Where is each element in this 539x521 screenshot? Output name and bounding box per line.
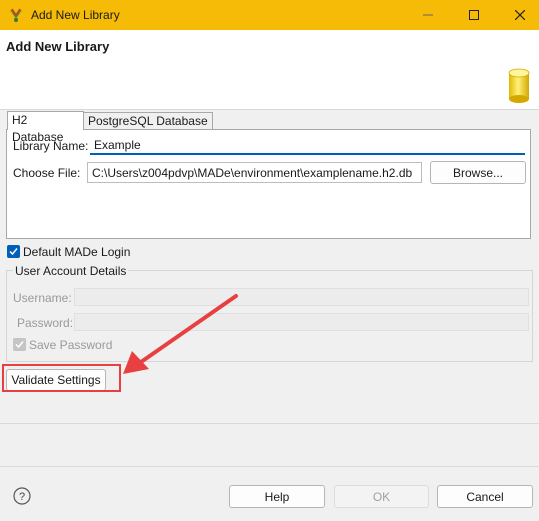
- save-password-checkbox[interactable]: [13, 338, 26, 351]
- cancel-button[interactable]: Cancel: [437, 485, 533, 508]
- file-path-input[interactable]: [87, 162, 422, 183]
- minimize-icon: [423, 14, 433, 16]
- dialog-banner: Add New Library: [0, 30, 539, 110]
- tab-h2-database[interactable]: H2 Database: [7, 111, 84, 144]
- maximize-icon: [469, 10, 479, 20]
- maximize-button[interactable]: [451, 0, 497, 30]
- separator: [0, 423, 539, 424]
- default-login-label[interactable]: Default MADe Login: [23, 245, 130, 259]
- library-name-input[interactable]: [90, 136, 525, 155]
- help-button[interactable]: Help: [229, 485, 325, 508]
- user-account-group-title: User Account Details: [13, 264, 129, 278]
- title-bar: Add New Library: [0, 0, 539, 30]
- help-icon[interactable]: ?: [13, 487, 31, 505]
- username-label: Username:: [13, 291, 72, 305]
- database-cylinder-icon: [508, 68, 530, 103]
- close-icon: [515, 10, 525, 20]
- password-label: Password:: [17, 316, 74, 330]
- annotation-arrow-icon: [123, 294, 238, 374]
- banner-title: Add New Library: [6, 39, 110, 54]
- svg-text:?: ?: [19, 491, 25, 503]
- ok-button[interactable]: OK: [334, 485, 429, 508]
- default-login-checkbox[interactable]: [7, 245, 20, 258]
- browse-button[interactable]: Browse...: [430, 161, 526, 184]
- save-password-label: Save Password: [29, 338, 113, 352]
- checkmark-icon: [9, 248, 18, 256]
- checkmark-icon: [15, 341, 24, 349]
- app-logo-icon: [10, 8, 22, 22]
- separator: [0, 466, 539, 467]
- minimize-button[interactable]: [405, 0, 451, 30]
- tab-postgresql-database[interactable]: PostgreSQL Database: [84, 112, 213, 130]
- annotation-highlight-box: [2, 364, 121, 392]
- choose-file-label: Choose File:: [13, 166, 81, 180]
- close-button[interactable]: [497, 0, 539, 30]
- window-title: Add New Library: [31, 8, 120, 22]
